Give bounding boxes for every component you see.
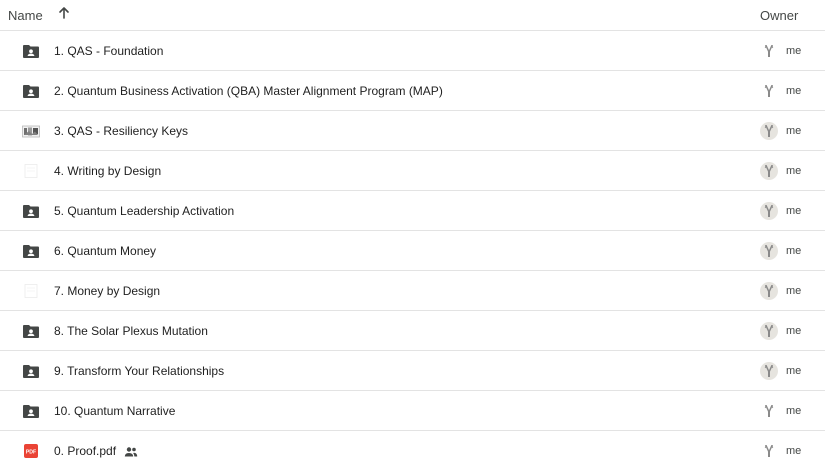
folder-icon (22, 363, 40, 379)
file-name: 2. Quantum Business Activation (QBA) Mas… (54, 84, 443, 98)
owner-avatar (760, 162, 778, 180)
owner-name: me (786, 325, 802, 337)
owner-name: me (786, 85, 802, 97)
owner-avatar (760, 242, 778, 260)
file-list: 1. QAS - Foundation me 2. Quantum Business… (0, 31, 825, 465)
file-name: 5. Quantum Leadership Activation (54, 204, 235, 218)
owner-name: me (786, 205, 802, 217)
owner-avatar (760, 82, 778, 100)
file-row[interactable]: 7. Money by Design me (0, 271, 825, 311)
owner-name: me (786, 45, 802, 57)
file-name: 3. QAS - Resiliency Keys (54, 124, 189, 138)
owner-avatar (760, 402, 778, 420)
file-name: 1. QAS - Foundation (54, 44, 164, 58)
file-row[interactable]: 6. Quantum Money me (0, 231, 825, 271)
owner-name: me (786, 445, 802, 457)
file-row[interactable]: 9. Transform Your Relationships me (0, 351, 825, 391)
owner-avatar (760, 322, 778, 340)
owner-name: me (786, 365, 802, 377)
owner-column-header[interactable]: Owner (760, 8, 798, 23)
owner-avatar (760, 442, 778, 460)
shared-people-icon (124, 445, 138, 457)
file-name: 8. The Solar Plexus Mutation (54, 324, 208, 338)
owner-avatar (760, 42, 778, 60)
owner-avatar (760, 362, 778, 380)
file-row[interactable]: 1. QAS - Foundation me (0, 31, 825, 71)
folder-icon (22, 243, 40, 259)
folder-icon (22, 323, 40, 339)
document-icon (22, 283, 40, 299)
file-row[interactable]: PDF 0. Proof.pdf me (0, 431, 825, 465)
pdf-icon: PDF (22, 443, 40, 459)
owner-avatar (760, 122, 778, 140)
owner-avatar (760, 282, 778, 300)
owner-name: me (786, 405, 802, 417)
folder-icon (22, 203, 40, 219)
file-name: 0. Proof.pdf (54, 444, 117, 458)
file-row[interactable]: 4. Writing by Design me (0, 151, 825, 191)
file-row[interactable]: 3. QAS - Resiliency Keys me (0, 111, 825, 151)
document-icon (22, 163, 40, 179)
image-file-icon (22, 123, 40, 139)
folder-icon (22, 83, 40, 99)
owner-avatar (760, 202, 778, 220)
owner-name: me (786, 165, 802, 177)
arrow-up-icon[interactable] (57, 5, 71, 21)
file-name: 9. Transform Your Relationships (54, 364, 225, 378)
folder-icon (22, 43, 40, 59)
file-row[interactable]: 5. Quantum Leadership Activation me (0, 191, 825, 231)
file-row[interactable]: 2. Quantum Business Activation (QBA) Mas… (0, 71, 825, 111)
owner-name: me (786, 285, 802, 297)
file-row[interactable]: 8. The Solar Plexus Mutation me (0, 311, 825, 351)
file-name: 4. Writing by Design (54, 164, 162, 178)
folder-icon (22, 403, 40, 419)
file-name: 10. Quantum Narrative (54, 404, 176, 418)
file-name: 6. Quantum Money (54, 244, 157, 258)
name-column-header[interactable]: Name (8, 8, 43, 23)
pdf-badge-text: PDF (26, 450, 36, 456)
file-name: 7. Money by Design (54, 284, 161, 298)
owner-name: me (786, 245, 802, 257)
owner-name: me (786, 125, 802, 137)
file-list-header: Name Owner (0, 0, 825, 31)
file-row[interactable]: 10. Quantum Narrative me (0, 391, 825, 431)
